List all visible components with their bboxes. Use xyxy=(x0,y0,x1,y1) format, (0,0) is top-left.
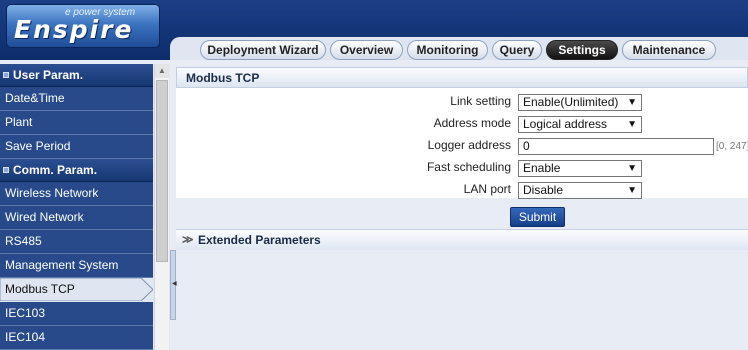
sidebar-item-iec103[interactable]: IEC103 xyxy=(0,302,153,326)
logger-address-range-hint: [0, 247] xyxy=(716,141,748,152)
sidebar-scrollbar[interactable]: ▲ xyxy=(154,64,169,350)
form-row-fast-scheduling: Fast scheduling Enable ▼ xyxy=(176,157,748,179)
sidebar-item-management-system[interactable]: Management System xyxy=(0,254,153,278)
select-value: Logical address xyxy=(523,117,608,131)
link-setting-select[interactable]: Enable(Unlimited) ▼ xyxy=(518,94,642,111)
chevron-down-icon: ▼ xyxy=(627,163,637,174)
sidebar-item-label: Wireless Network xyxy=(5,186,99,200)
top-banner: e power system Enspire Deployment Wizard… xyxy=(0,0,748,60)
sidebar-item-wireless-network[interactable]: Wireless Network xyxy=(0,182,153,206)
sidebar-item-label: IEC103 xyxy=(5,306,46,320)
sidebar-item-label: Management System xyxy=(5,258,119,272)
fast-scheduling-select[interactable]: Enable ▼ xyxy=(518,160,642,177)
group-label: Comm. Param. xyxy=(13,163,98,177)
chevron-down-icon: ▼ xyxy=(627,119,637,130)
form-row-address-mode: Address mode Logical address ▼ xyxy=(176,113,748,135)
enspire-logo: e power system Enspire xyxy=(6,4,160,48)
form-row-logger-address: Logger address 0 [0, 247] xyxy=(176,135,748,157)
tab-query[interactable]: Query xyxy=(492,40,542,60)
sidebar: User Param. Date&Time Plant Save Period … xyxy=(0,64,170,350)
tab-settings[interactable]: Settings xyxy=(546,40,618,60)
sidebar-item-plant[interactable]: Plant xyxy=(0,111,153,135)
logger-address-input[interactable]: 0 xyxy=(518,138,714,155)
lan-port-select[interactable]: Disable ▼ xyxy=(518,182,642,199)
tab-overview[interactable]: Overview xyxy=(330,40,403,60)
tab-deployment-wizard[interactable]: Deployment Wizard xyxy=(200,40,326,60)
main-tab-bar: Deployment Wizard Overview Monitoring Qu… xyxy=(170,37,748,60)
sidebar-item-label: Date&Time xyxy=(5,91,65,105)
field-label: Link setting xyxy=(450,94,511,108)
sidebar-group-comm-param[interactable]: Comm. Param. xyxy=(0,159,153,182)
scrollbar-thumb[interactable] xyxy=(156,80,168,262)
extended-parameters-toggle[interactable]: ≫ Extended Parameters xyxy=(176,229,748,250)
panel-title: Modbus TCP xyxy=(176,67,748,88)
group-label: User Param. xyxy=(13,68,84,82)
field-label: Logger address xyxy=(427,138,511,152)
submit-button[interactable]: Submit xyxy=(510,207,565,227)
select-value: Enable(Unlimited) xyxy=(523,95,619,109)
sidebar-item-wired-network[interactable]: Wired Network xyxy=(0,206,153,230)
scroll-up-arrow-icon[interactable]: ▲ xyxy=(155,64,169,78)
sidebar-item-iec104[interactable]: IEC104 xyxy=(0,326,153,350)
select-value: Enable xyxy=(523,161,561,175)
chevron-down-icon: ▼ xyxy=(627,97,637,108)
form-row-link-setting: Link setting Enable(Unlimited) ▼ xyxy=(176,91,748,113)
sidebar-item-rs485[interactable]: RS485 xyxy=(0,230,153,254)
sidebar-item-date-time[interactable]: Date&Time xyxy=(0,87,153,111)
collapse-square-icon xyxy=(3,167,9,173)
tab-maintenance[interactable]: Maintenance xyxy=(622,40,716,60)
sidebar-item-save-period[interactable]: Save Period xyxy=(0,135,153,159)
sidebar-item-label: Wired Network xyxy=(5,210,84,224)
sidebar-item-label: Save Period xyxy=(5,139,71,153)
select-value: Disable xyxy=(523,183,564,197)
tab-monitoring[interactable]: Monitoring xyxy=(407,40,488,60)
collapse-square-icon xyxy=(3,72,9,78)
sidebar-item-label: RS485 xyxy=(5,234,42,248)
address-mode-select[interactable]: Logical address ▼ xyxy=(518,116,642,133)
extended-parameters-label: Extended Parameters xyxy=(198,233,321,247)
sidebar-menu: User Param. Date&Time Plant Save Period … xyxy=(0,64,153,350)
sidebar-item-label: IEC104 xyxy=(5,330,46,344)
form-row-lan-port: LAN port Disable ▼ xyxy=(176,179,748,201)
chevron-down-icon: ▼ xyxy=(627,185,637,196)
sidebar-group-user-param[interactable]: User Param. xyxy=(0,64,153,87)
double-chevron-down-icon: ≫ xyxy=(182,234,194,246)
field-label: LAN port xyxy=(463,182,511,196)
settings-form: Link setting Enable(Unlimited) ▼ Address… xyxy=(176,88,748,201)
field-label: Fast scheduling xyxy=(426,160,511,174)
sidebar-item-label: Modbus TCP xyxy=(5,282,75,296)
logo-name: Enspire xyxy=(14,15,134,44)
main-panel: Modbus TCP Link setting Enable(Unlimited… xyxy=(176,64,748,350)
sidebar-item-label: Plant xyxy=(5,115,33,129)
field-label: Address mode xyxy=(433,116,511,130)
sidebar-item-modbus-tcp[interactable]: Modbus TCP xyxy=(0,278,153,302)
